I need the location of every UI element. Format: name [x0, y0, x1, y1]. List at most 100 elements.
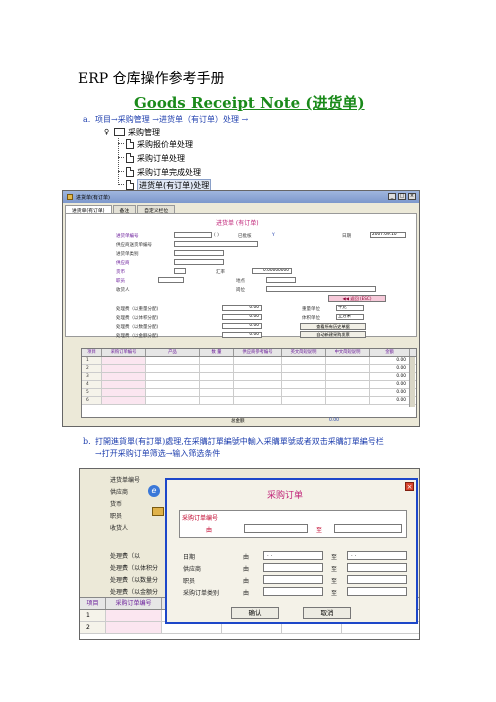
receiver-label: 收货人: [116, 288, 130, 293]
supplier-input[interactable]: [174, 259, 224, 265]
po-no-cell[interactable]: [102, 365, 146, 372]
en-desc-cell[interactable]: [282, 373, 326, 380]
view-history-button[interactable]: 查看所有历史单据: [300, 323, 366, 330]
product-cell[interactable]: [146, 365, 200, 372]
cn-desc-cell[interactable]: [326, 381, 370, 388]
po-no-from-input[interactable]: [244, 524, 308, 533]
position-input[interactable]: [266, 286, 376, 292]
product-cell[interactable]: [146, 389, 200, 396]
po-no-label: 采购订单编号: [182, 515, 219, 522]
table-row[interactable]: 2 0.00: [82, 365, 416, 373]
po-no-to-input[interactable]: [334, 524, 402, 533]
ok-button[interactable]: 确认: [231, 607, 279, 619]
po-no-cell[interactable]: [102, 357, 146, 364]
qty-cell[interactable]: [200, 365, 234, 372]
supplier-ref-cell[interactable]: [234, 357, 282, 364]
cn-desc-cell[interactable]: [326, 373, 370, 380]
product-cell[interactable]: [146, 373, 200, 380]
product-cell[interactable]: [146, 397, 200, 404]
weight-unit-select[interactable]: 千克: [336, 305, 364, 311]
to-label: 至: [331, 590, 338, 597]
cancel-button[interactable]: 取消: [303, 607, 351, 619]
po-no-cell[interactable]: [106, 622, 162, 633]
row-number: 5: [82, 389, 102, 396]
table-row[interactable]: 4 0.00: [82, 381, 416, 389]
doc-no-input[interactable]: [174, 232, 212, 238]
date-from-input[interactable]: . .: [263, 551, 323, 560]
date-to-input[interactable]: . .: [347, 551, 407, 560]
back-button[interactable]: ◀◀ 返回 (ESC): [328, 295, 386, 302]
expand-icon[interactable]: ♀: [104, 128, 112, 136]
product-cell[interactable]: [146, 381, 200, 388]
po-no-cell[interactable]: [102, 397, 146, 404]
document-title: ERP 仓库操作参考手册: [78, 71, 225, 87]
po-type-from-input[interactable]: [263, 587, 323, 596]
form-area: 进货单 (有订单) 进货单编号 ( ) 已批核 Y 日期 2007.09.10 …: [65, 213, 417, 339]
fee-qty-input[interactable]: 0.00: [222, 323, 262, 329]
tree-item-po-complete[interactable]: 采购订单完成处理: [126, 166, 201, 178]
tree-root[interactable]: ♀ 采购管理: [104, 126, 160, 138]
po-no-cell[interactable]: [102, 381, 146, 388]
minimize-icon[interactable]: _: [388, 193, 396, 200]
cn-desc-cell[interactable]: [326, 365, 370, 372]
en-desc-cell[interactable]: [282, 357, 326, 364]
volume-unit-select[interactable]: 立方米: [336, 314, 364, 320]
staff-input[interactable]: [158, 277, 184, 283]
en-desc-cell[interactable]: [282, 397, 326, 404]
auto-create-invoice-button[interactable]: 自动新建采购发票: [300, 331, 366, 338]
po-type-to-input[interactable]: [347, 587, 407, 596]
supplier-ref-cell[interactable]: [234, 365, 282, 372]
browser-icon[interactable]: e: [148, 485, 160, 497]
po-no-cell[interactable]: [102, 389, 146, 396]
table-row[interactable]: 1 0.00: [82, 357, 416, 365]
qty-cell[interactable]: [200, 389, 234, 396]
exchange-rate-input[interactable]: 0.00000000: [252, 268, 292, 274]
window-controls: _ □ ×: [388, 193, 416, 200]
supplier-from-input[interactable]: [263, 563, 323, 572]
fee-weight-input[interactable]: 0.00: [222, 305, 262, 311]
fee-amount-input[interactable]: 0.00: [222, 332, 262, 338]
en-desc-cell[interactable]: [282, 389, 326, 396]
supplier-ref-cell[interactable]: [234, 389, 282, 396]
po-no-cell[interactable]: [106, 610, 162, 621]
close-icon[interactable]: ×: [408, 193, 416, 200]
tree-item-po[interactable]: 采购订单处理: [126, 152, 185, 164]
cn-desc-cell[interactable]: [326, 357, 370, 364]
product-cell[interactable]: [146, 357, 200, 364]
maximize-icon[interactable]: □: [398, 193, 406, 200]
folder-icon[interactable]: [152, 507, 164, 516]
form-heading: 进货单 (有订单): [216, 220, 259, 227]
grid-scrollbar[interactable]: [409, 357, 415, 407]
cn-desc-cell[interactable]: [326, 389, 370, 396]
cn-desc-cell[interactable]: [326, 397, 370, 404]
supplier-ref-cell[interactable]: [234, 373, 282, 380]
po-no-cell[interactable]: [102, 373, 146, 380]
from-label: 由: [243, 566, 250, 573]
bg-label: 供应商: [110, 489, 129, 496]
close-icon[interactable]: ×: [405, 482, 414, 491]
qty-cell[interactable]: [200, 357, 234, 364]
col-header: 英文简短说明: [282, 349, 326, 356]
currency-input[interactable]: [174, 268, 186, 274]
from-label: 由: [243, 590, 250, 597]
supplier-to-input[interactable]: [347, 563, 407, 572]
en-desc-cell[interactable]: [282, 381, 326, 388]
table-row[interactable]: 5 0.00: [82, 389, 416, 397]
qty-cell[interactable]: [200, 373, 234, 380]
en-desc-cell[interactable]: [282, 365, 326, 372]
staff-to-input[interactable]: [347, 575, 407, 584]
staff-from-input[interactable]: [263, 575, 323, 584]
table-row[interactable]: 3 0.00: [82, 373, 416, 381]
qty-cell[interactable]: [200, 381, 234, 388]
fee-volume-input[interactable]: 0.00: [222, 314, 262, 320]
date-input[interactable]: 2007.09.10: [370, 232, 406, 238]
supplier-ref-cell[interactable]: [234, 381, 282, 388]
tree-item-quote[interactable]: 采购报价单处理: [126, 138, 193, 150]
table-row[interactable]: 6 0.00: [82, 397, 416, 405]
qty-cell[interactable]: [200, 397, 234, 404]
supplier-delivery-input[interactable]: [174, 241, 258, 247]
location-input[interactable]: [266, 277, 296, 283]
supplier-ref-cell[interactable]: [234, 397, 282, 404]
receipt-category-input[interactable]: [174, 250, 224, 256]
date-label: 日期: [342, 234, 351, 239]
